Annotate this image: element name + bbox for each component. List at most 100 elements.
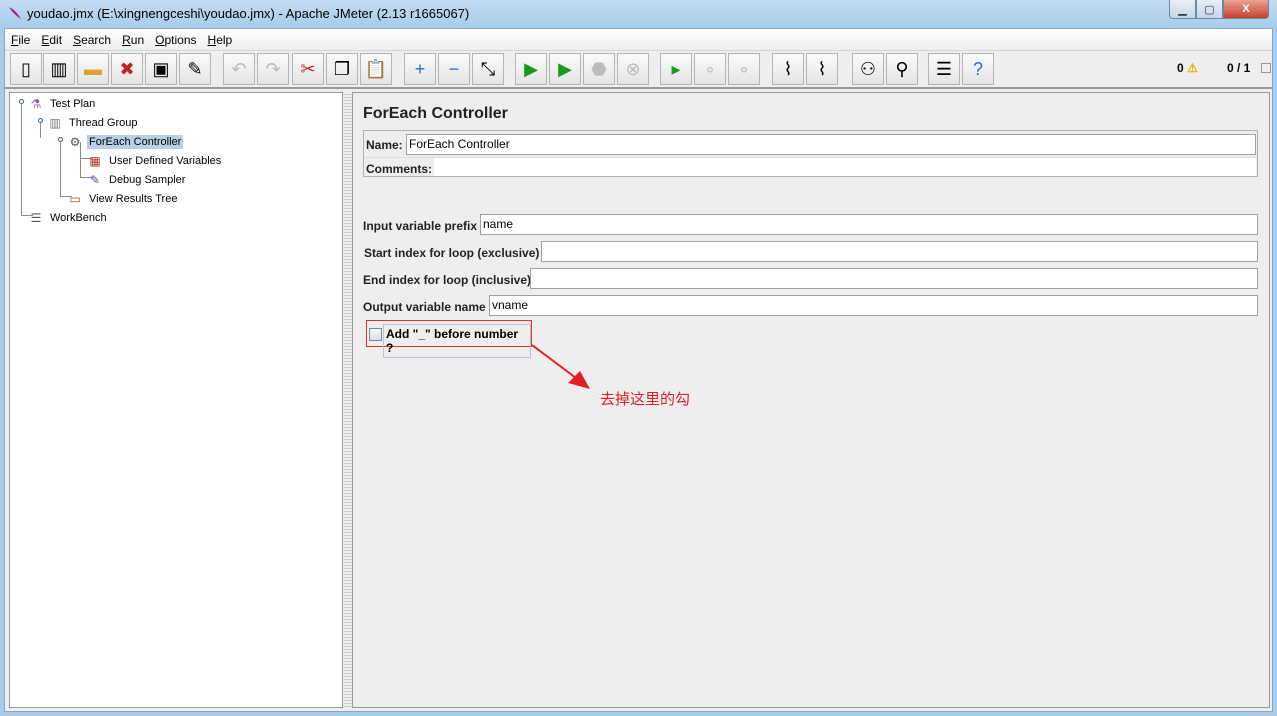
- tree-node-workbench[interactable]: ☰ WorkBench: [28, 209, 109, 227]
- tree-node-view-results-tree[interactable]: ▭ View Results Tree: [67, 190, 179, 208]
- copy-icon: ❐: [333, 58, 351, 79]
- function-helper-button[interactable]: ☰: [928, 53, 960, 85]
- expand-handle[interactable]: [38, 118, 43, 123]
- search-button[interactable]: ⚇: [852, 53, 884, 85]
- start-icon: ▶: [524, 58, 538, 79]
- start-index-input[interactable]: [541, 241, 1258, 262]
- copy-button[interactable]: ❐: [326, 53, 358, 85]
- pipette-icon: ✎: [89, 173, 101, 187]
- expand-handle[interactable]: [19, 99, 24, 104]
- end-index-input[interactable]: [530, 268, 1258, 289]
- gear-icon: ⚙: [69, 135, 81, 149]
- save-screenshot-icon: ✎: [187, 58, 203, 79]
- shutdown-icon: ⊗: [625, 58, 641, 79]
- tree-node-debug-sampler[interactable]: ✎ Debug Sampler: [87, 171, 187, 189]
- tree-node-thread-group[interactable]: ▥ Thread Group: [47, 114, 139, 132]
- tree-node-user-defined-variables[interactable]: ▦ User Defined Variables: [87, 152, 223, 170]
- chart-icon: ▭: [69, 192, 81, 206]
- reset-search-icon: ⚲: [895, 58, 909, 79]
- output-variable-input[interactable]: vname: [489, 295, 1258, 316]
- close-button[interactable]: ✖: [111, 53, 143, 85]
- minimize-button[interactable]: ▁: [1169, 0, 1196, 19]
- tree-node-foreach-controller[interactable]: ⚙ ForEach Controller: [67, 133, 184, 151]
- expand-handle[interactable]: [58, 137, 63, 142]
- function-helper-icon: ☰: [935, 58, 953, 79]
- maximize-button[interactable]: ▢: [1196, 0, 1223, 19]
- menu-file[interactable]: File: [11, 33, 30, 47]
- annotation-highlight-box: Add "_" before number ?: [366, 320, 532, 358]
- help-icon: ?: [972, 58, 983, 79]
- save-icon: ▣: [152, 58, 170, 79]
- expand-icon: +: [414, 58, 426, 79]
- input-prefix-label: Input variable prefix: [363, 219, 478, 233]
- search-icon: ⚇: [859, 58, 877, 79]
- collapse-icon: −: [448, 58, 460, 79]
- remote-shutdown-button[interactable]: ∘: [728, 53, 760, 85]
- active-threads: 0 / 1: [1227, 61, 1251, 75]
- split-pane-divider[interactable]: [344, 92, 352, 708]
- end-index-label: End index for loop (inclusive): [363, 273, 532, 287]
- templates-button[interactable]: ▥: [43, 53, 75, 85]
- start-no-pauses-button[interactable]: ▶: [549, 53, 581, 85]
- stop-icon: ⬣: [591, 58, 607, 79]
- clear-icon: ⌇: [783, 58, 793, 79]
- remote-shutdown-icon: ∘: [738, 58, 750, 79]
- cut-button[interactable]: ✂: [292, 53, 324, 85]
- tree-node-test-plan[interactable]: ⚗ Test Plan: [28, 95, 97, 113]
- start-index-label: Start index for loop (exclusive): [364, 246, 540, 260]
- open-button[interactable]: ▬: [77, 53, 109, 85]
- save-button[interactable]: ▣: [145, 53, 177, 85]
- paste-icon: 📋: [364, 58, 388, 79]
- annotation-text: 去掉这里的勾: [600, 391, 691, 408]
- paste-button[interactable]: 📋: [360, 53, 392, 85]
- redo-button[interactable]: ↷: [257, 53, 289, 85]
- name-comments-box: Name: ForEach Controller Comments:: [363, 130, 1258, 177]
- comments-input[interactable]: [434, 158, 1256, 176]
- menu-run[interactable]: Run: [122, 33, 144, 47]
- warning-icon: ⚠: [1187, 61, 1198, 75]
- panel-title: ForEach Controller: [363, 105, 508, 122]
- clear-button[interactable]: ⌇: [772, 53, 804, 85]
- warning-count[interactable]: 0 ⚠: [1177, 61, 1198, 75]
- toggle-icon: ⤡: [480, 58, 496, 79]
- templates-icon: ▥: [50, 58, 68, 79]
- jmeter-window: File Edit Search Run Options Help 0 ⚠ 0 / 1 ▯…: [4, 28, 1273, 712]
- collapse-button[interactable]: −: [438, 53, 470, 85]
- new-icon: ▯: [21, 58, 31, 79]
- menu-edit[interactable]: Edit: [41, 33, 62, 47]
- flask-icon: ⚗: [30, 97, 42, 111]
- remote-start-button[interactable]: ▸: [660, 53, 692, 85]
- status-indicator: [1261, 63, 1271, 73]
- new-button[interactable]: ▯: [10, 53, 42, 85]
- variables-icon: ▦: [89, 154, 101, 168]
- toolbar: 0 ⚠ 0 / 1 ▯ ▥ ▬ ✖ ▣ ✎ ↶ ↷ ✂ ❐ 📋 + − ⤡ ▶ ▶ ⬣ ⊗ ▸ ∘ ∘ ⌇ ⌇ ⚇ ⚲ ☰?: [5, 51, 1272, 89]
- stop-button[interactable]: ⬣: [583, 53, 615, 85]
- close-window-button[interactable]: X: [1223, 0, 1269, 19]
- menu-help[interactable]: Help: [208, 33, 233, 47]
- output-variable-label: Output variable name: [363, 300, 486, 314]
- name-label: Name:: [366, 138, 403, 152]
- comments-label: Comments:: [366, 162, 433, 176]
- save-screenshot-button[interactable]: ✎: [179, 53, 211, 85]
- remote-start-icon: ▸: [671, 58, 681, 79]
- add-underscore-label[interactable]: Add "_" before number ?: [383, 324, 531, 358]
- remote-stop-button[interactable]: ∘: [694, 53, 726, 85]
- shutdown-button[interactable]: ⊗: [617, 53, 649, 85]
- help-button[interactable]: ?: [962, 53, 994, 85]
- clear-all-button[interactable]: ⌇: [806, 53, 838, 85]
- undo-button[interactable]: ↶: [223, 53, 255, 85]
- open-icon: ▬: [84, 58, 102, 79]
- test-plan-tree: ⚗ Test Plan ▥ Thread Group ⚙ ForEach Controll…: [9, 92, 343, 708]
- window-title: youdao.jmx (E:\xingnengceshi\youdao.jmx)…: [27, 6, 470, 21]
- toggle-button[interactable]: ⤡: [472, 53, 504, 85]
- menu-search[interactable]: Search: [73, 33, 111, 47]
- reset-search-button[interactable]: ⚲: [886, 53, 918, 85]
- close-icon: ✖: [119, 58, 135, 79]
- input-prefix-input[interactable]: name: [480, 214, 1258, 235]
- expand-button[interactable]: +: [404, 53, 436, 85]
- redo-icon: ↷: [265, 58, 281, 79]
- add-underscore-checkbox[interactable]: [369, 328, 382, 341]
- menu-options[interactable]: Options: [155, 33, 196, 47]
- start-button[interactable]: ▶: [515, 53, 547, 85]
- name-input[interactable]: ForEach Controller: [406, 134, 1256, 155]
